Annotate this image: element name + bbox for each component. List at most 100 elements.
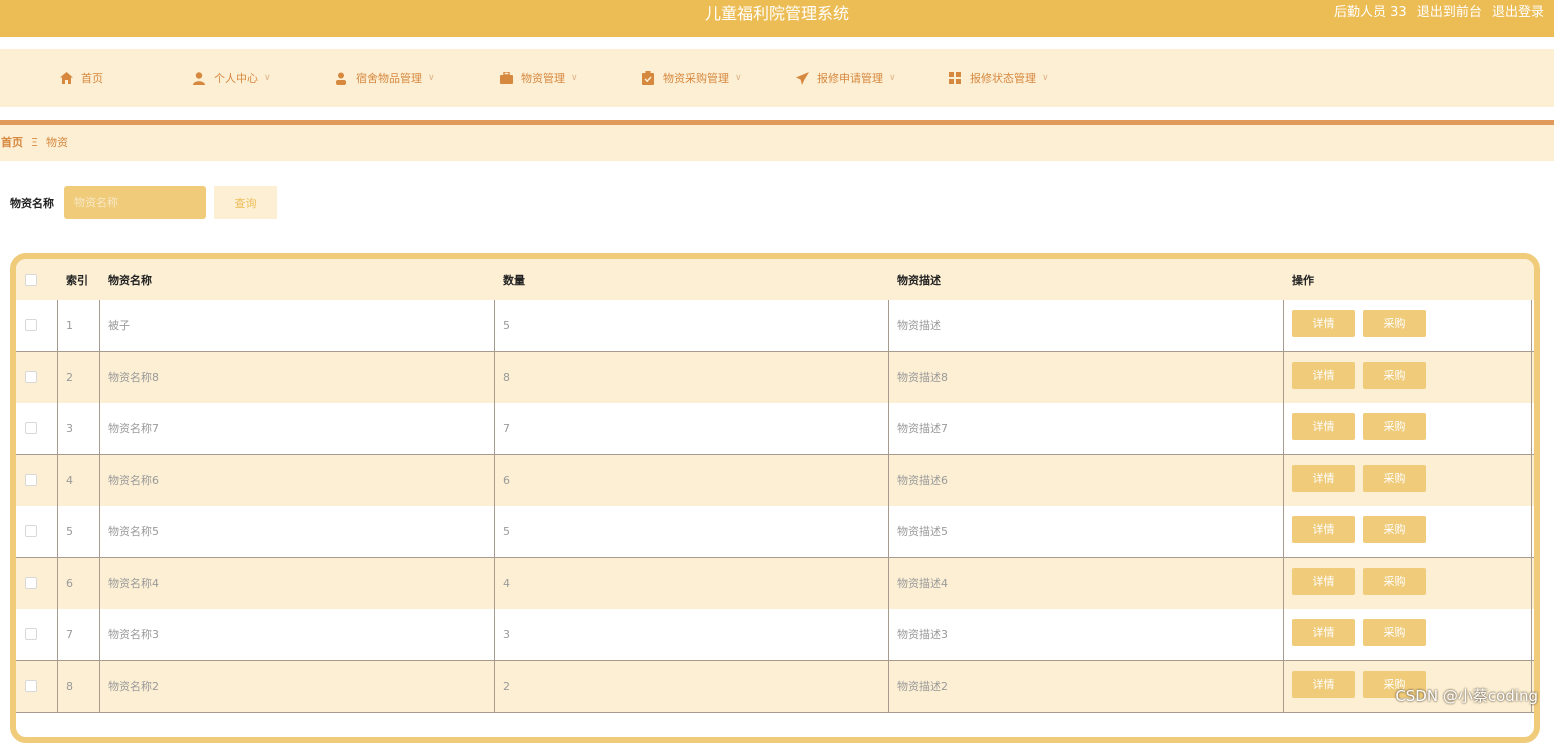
cell-name: 物资名称4 (108, 576, 159, 590)
nav-label: 个人中心 (214, 72, 258, 85)
detail-button[interactable]: 详情 (1292, 413, 1355, 440)
nav-label: 宿舍物品管理 (356, 72, 422, 85)
column-divider (494, 351, 495, 404)
chevron-down-icon: ∨ (264, 73, 271, 83)
select-all-checkbox[interactable] (25, 274, 37, 286)
breadcrumb: 首页 Ξ 物资 (0, 125, 1554, 161)
column-divider (888, 506, 889, 558)
chevron-down-icon: ∨ (1042, 73, 1049, 83)
column-divider (99, 300, 100, 352)
nav-item-personal-center[interactable]: 个人中心 ∨ (192, 69, 271, 87)
column-divider (99, 403, 100, 455)
cell-quantity: 7 (503, 422, 510, 435)
column-divider (888, 660, 889, 713)
user-label: 后勤人员 33 (1334, 5, 1407, 20)
briefcase-icon (499, 71, 513, 85)
detail-button[interactable]: 详情 (1292, 464, 1355, 492)
header-quantity: 数量 (503, 274, 525, 287)
column-divider (494, 609, 495, 661)
row-checkbox[interactable] (25, 422, 37, 434)
detail-button[interactable]: 详情 (1292, 361, 1355, 389)
exit-to-front-link[interactable]: 退出到前台 (1417, 5, 1482, 20)
column-divider (494, 660, 495, 713)
cell-name: 物资名称8 (108, 370, 159, 384)
breadcrumb-home[interactable]: 首页 (1, 125, 23, 161)
column-divider (57, 351, 58, 404)
purchase-button[interactable]: 采购 (1363, 361, 1426, 389)
purchase-button[interactable]: 采购 (1363, 567, 1426, 595)
detail-button[interactable]: 详情 (1292, 310, 1355, 337)
cell-name: 被子 (108, 319, 130, 332)
purchase-button[interactable]: 采购 (1363, 310, 1426, 337)
app-title: 儿童福利院管理系统 (704, 4, 849, 23)
column-divider (888, 454, 889, 507)
header-index: 索引 (66, 274, 88, 287)
column-divider (1531, 300, 1532, 352)
header-description: 物资描述 (897, 274, 941, 287)
nav-item-supplies[interactable]: 物资管理 ∨ (499, 69, 578, 87)
nav-item-repair-status[interactable]: 报修状态管理 ∨ (948, 69, 1049, 87)
purchase-button[interactable]: 采购 (1363, 619, 1426, 646)
purchase-button[interactable]: 采购 (1363, 516, 1426, 543)
row-checkbox[interactable] (25, 473, 37, 486)
breadcrumb-current: 物资 (46, 136, 68, 149)
main-nav: 首页 个人中心 ∨ 宿舍物品管理 ∨ 物资管理 ∨ 物资采购管理 ∨ 报修申请管… (0, 49, 1554, 107)
grid-icon (948, 71, 962, 85)
row-checkbox[interactable] (25, 628, 37, 640)
search-label: 物资名称 (10, 197, 54, 210)
nav-label: 物资管理 (521, 72, 565, 85)
search-input[interactable] (64, 186, 206, 219)
detail-button[interactable]: 详情 (1292, 567, 1355, 595)
column-divider (1531, 351, 1532, 404)
row-checkbox[interactable] (25, 576, 37, 589)
cell-description: 物资描述5 (897, 525, 948, 538)
row-checkbox[interactable] (25, 525, 37, 537)
chevron-down-icon: ∨ (428, 73, 435, 83)
column-divider (57, 403, 58, 455)
home-icon (59, 71, 73, 85)
detail-button[interactable]: 详情 (1292, 516, 1355, 543)
supplies-table: 索引 物资名称 数量 物资描述 操作 1 被子 5 物资描述 详情 采购 2 物… (10, 253, 1540, 743)
cell-index: 5 (66, 525, 73, 538)
cell-index: 6 (66, 576, 73, 590)
purchase-button[interactable]: 采购 (1363, 413, 1426, 440)
purchase-button[interactable]: 采购 (1363, 464, 1426, 492)
column-divider (494, 454, 495, 507)
cell-index: 7 (66, 628, 73, 641)
user-icon (192, 71, 206, 85)
row-checkbox[interactable] (25, 370, 37, 383)
detail-button[interactable]: 详情 (1292, 619, 1355, 646)
nav-label: 物资采购管理 (663, 72, 729, 85)
column-divider (1531, 609, 1532, 661)
table-row: 3 物资名称7 7 物资描述7 详情 采购 (16, 403, 1534, 455)
table-row: 8 物资名称2 2 物资描述2 详情 采购 (16, 660, 1534, 713)
nav-item-repair-requests[interactable]: 报修申请管理 ∨ (795, 69, 896, 87)
nav-item-purchases[interactable]: 物资采购管理 ∨ (641, 69, 742, 87)
logout-link[interactable]: 退出登录 (1492, 5, 1544, 20)
table-row: 5 物资名称5 5 物资描述5 详情 采购 (16, 506, 1534, 558)
cell-name: 物资名称6 (108, 473, 159, 487)
cell-index: 8 (66, 679, 73, 693)
chevron-down-icon: ∨ (889, 73, 896, 83)
nav-item-dorm-items[interactable]: 宿舍物品管理 ∨ (334, 69, 435, 87)
row-checkbox[interactable] (25, 319, 37, 331)
detail-button[interactable]: 详情 (1292, 670, 1355, 698)
column-divider (888, 609, 889, 661)
column-divider (57, 557, 58, 610)
table-row: 2 物资名称8 8 物资描述8 详情 采购 (16, 351, 1534, 404)
column-divider (1283, 454, 1284, 507)
cell-quantity: 4 (503, 576, 510, 590)
cell-description: 物资描述 (897, 319, 941, 332)
person-icon (334, 71, 348, 85)
search-button[interactable]: 查询 (214, 186, 277, 219)
nav-item-home[interactable]: 首页 (59, 69, 103, 87)
row-checkbox[interactable] (25, 679, 37, 692)
user-area: 后勤人员 33 退出到前台 退出登录 (1328, 5, 1544, 21)
header-actions: 操作 (1292, 274, 1314, 287)
chevron-down-icon: ∨ (735, 73, 742, 83)
column-divider (57, 506, 58, 558)
cell-description: 物资描述8 (897, 370, 948, 384)
column-divider (57, 609, 58, 661)
cell-index: 1 (66, 319, 73, 332)
cell-quantity: 3 (503, 628, 510, 641)
